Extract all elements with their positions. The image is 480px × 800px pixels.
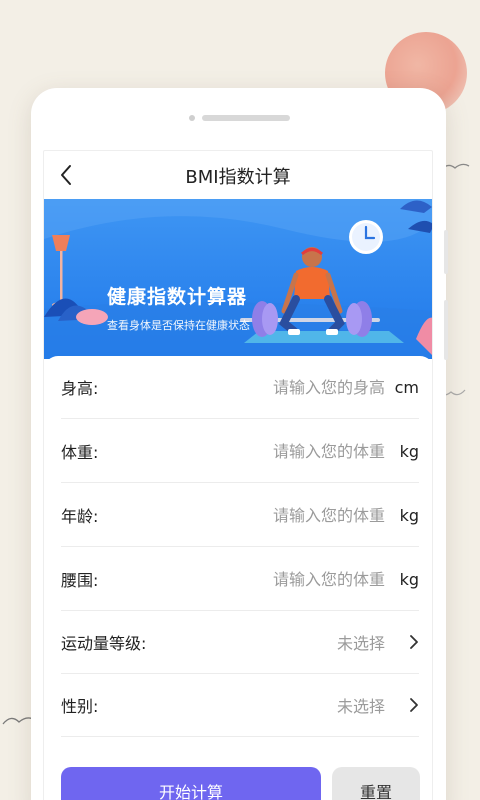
height-input[interactable]	[181, 377, 385, 397]
calculate-button[interactable]: 开始计算	[61, 767, 321, 800]
exercise-level-value: 未选择	[336, 634, 385, 653]
waist-label: 腰围:	[61, 571, 99, 590]
height-row: 身高: cm	[61, 356, 419, 419]
banner-title: 健康指数计算器	[107, 286, 248, 308]
waist-unit: kg	[399, 569, 419, 589]
speaker-grille	[202, 115, 290, 121]
clock-icon	[349, 220, 383, 254]
app-screen: BMI指数计算 健康指数计算器 查看身体是否保持在健康状态 身高: 请输入您的身…	[43, 150, 433, 800]
hero-banner: 健康指数计算器 查看身体是否保持在健康状态	[44, 199, 432, 359]
form-card: 身高: cm 体重: kg 年龄: kg 腰围: kg 运动量等级: 未选择	[44, 356, 432, 800]
phone-side-button	[444, 300, 448, 360]
weight-unit: kg	[399, 441, 419, 461]
age-row: 年龄: kg	[61, 484, 419, 547]
chevron-right-icon	[395, 634, 419, 650]
page-title: BMI指数计算	[185, 167, 291, 188]
age-input[interactable]	[181, 505, 385, 525]
exercise-level-label: 运动量等级:	[61, 634, 147, 653]
reset-button[interactable]: 重置	[332, 767, 420, 800]
weight-label: 体重:	[61, 443, 99, 462]
exercise-level-selector[interactable]: 运动量等级: 未选择	[61, 611, 419, 674]
weight-row: 体重: kg	[61, 420, 419, 483]
chevron-right-icon	[395, 697, 419, 713]
nav-bar: BMI指数计算	[44, 151, 432, 199]
phone-side-button	[444, 230, 448, 274]
waist-row: 腰围: kg	[61, 548, 419, 611]
banner-illustration	[44, 199, 432, 359]
gender-selector[interactable]: 性别: 未选择	[61, 674, 419, 737]
banner-subtitle: 查看身体是否保持在健康状态	[107, 319, 250, 332]
height-unit: cm	[394, 377, 419, 397]
age-label: 年龄:	[61, 507, 99, 526]
weight-input[interactable]	[181, 441, 385, 461]
waist-input[interactable]	[181, 569, 385, 589]
height-label: 身高:	[61, 379, 99, 398]
age-unit: kg	[399, 505, 419, 525]
gender-label: 性别:	[61, 697, 99, 716]
gender-value: 未选择	[336, 697, 385, 716]
camera-dot	[189, 115, 195, 121]
